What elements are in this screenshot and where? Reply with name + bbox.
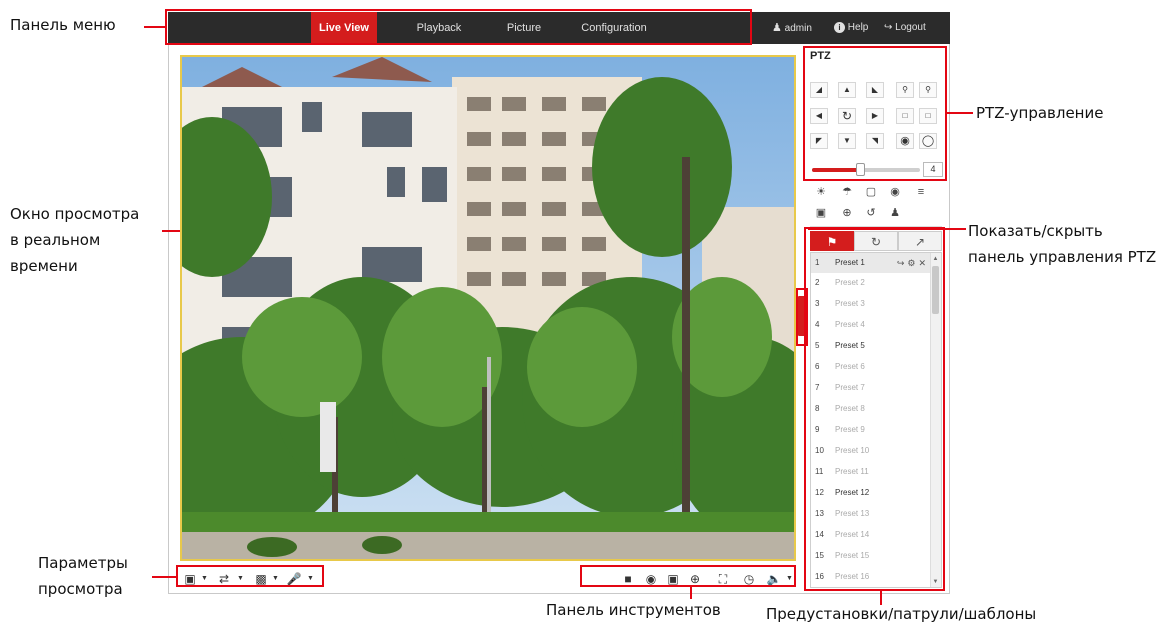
callout-toolbar: Панель инструментов: [546, 601, 721, 619]
logout-button[interactable]: ↪ Logout: [884, 12, 926, 44]
help-label: Help: [847, 22, 869, 33]
callout-live-window-3: времени: [10, 257, 78, 275]
callout-ptz-control: PTZ-управление: [976, 104, 1104, 122]
menu-icon[interactable]: ≡: [912, 184, 930, 200]
highlight-presets: [804, 227, 945, 591]
lens-init-icon[interactable]: ◉: [886, 184, 904, 200]
highlight-toolbar: [580, 565, 796, 587]
logout-label: Logout: [895, 22, 926, 33]
callout-presets: Предустановки/патрули/шаблоны: [766, 605, 1037, 623]
callout-menu-bar: Панель меню: [10, 16, 116, 34]
person-track-icon[interactable]: ♟: [886, 205, 904, 221]
callout-live-window-2: в реальном: [10, 231, 101, 249]
user-menu[interactable]: ♟ admin: [772, 12, 812, 44]
user-name: admin: [784, 23, 812, 34]
one-touch-patrol-icon[interactable]: ↺: [862, 205, 880, 221]
highlight-view-params: [176, 565, 324, 587]
manual-track-icon[interactable]: ▣: [812, 205, 830, 221]
callout-live-window-1: Окно просмотра: [10, 205, 140, 223]
light-icon[interactable]: ☀: [812, 184, 830, 200]
camera-image: [182, 57, 794, 559]
wiper-icon[interactable]: ☂: [838, 184, 856, 200]
callout-toggle-ptz-1: Показать/скрыть: [968, 222, 1103, 240]
leader-line: [162, 230, 180, 232]
callout-toggle-ptz-2: панель управления PTZ: [968, 248, 1157, 266]
leader-line: [144, 26, 166, 28]
leader-line: [152, 576, 176, 578]
user-icon: ♟: [772, 22, 782, 34]
callout-view-params-1: Параметры: [38, 554, 128, 572]
zoom-3d-icon[interactable]: ⊕: [838, 205, 856, 221]
leader-line: [808, 228, 966, 230]
logout-icon: ↪: [884, 22, 893, 33]
highlight-menu-bar: [165, 9, 752, 45]
help-icon: i: [834, 22, 845, 33]
callout-view-params-2: просмотра: [38, 580, 123, 598]
help-button[interactable]: i Help: [834, 12, 868, 44]
live-view-window[interactable]: [180, 55, 796, 561]
auxiliary-focus-icon[interactable]: ▢: [862, 184, 880, 200]
highlight-ptz-control: [803, 46, 947, 181]
leader-line: [947, 112, 973, 114]
